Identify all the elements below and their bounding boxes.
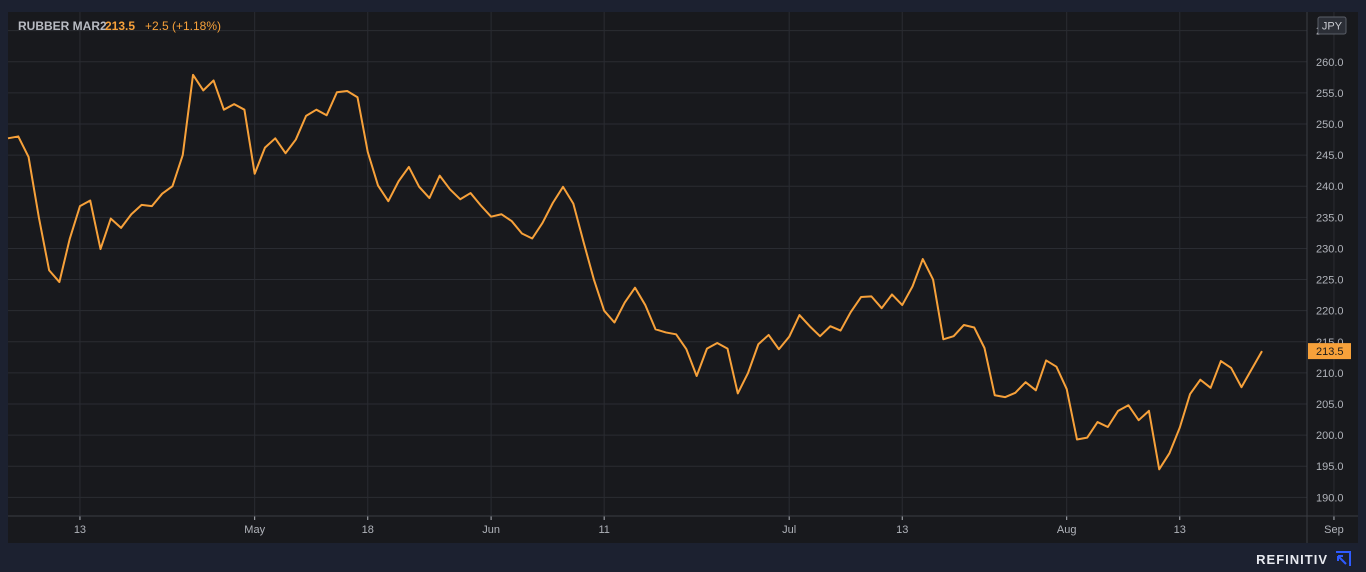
symbol-label: RUBBER MAR2 xyxy=(18,19,107,33)
refinitiv-mark-icon xyxy=(1336,551,1351,566)
currency-label: JPY xyxy=(1322,21,1343,33)
last-price-label: 213.5 xyxy=(105,19,135,33)
x-tick-label: 13 xyxy=(1174,524,1186,536)
x-tick-label: Sep xyxy=(1324,524,1344,536)
y-tick-label: 230.0 xyxy=(1316,243,1344,255)
plot-area xyxy=(8,12,1358,543)
y-tick-label: 260.0 xyxy=(1316,57,1344,69)
y-tick-label: 235.0 xyxy=(1316,212,1344,224)
x-tick-label: Jun xyxy=(482,524,500,536)
y-tick-label: 250.0 xyxy=(1316,119,1344,131)
change-label: +2.5 xyxy=(145,19,169,33)
currency-badge[interactable]: JPY xyxy=(1317,16,1347,35)
price-chart[interactable]: 265.0260.0255.0250.0245.0240.0235.0230.0… xyxy=(0,0,1366,572)
last-price-tag-label: 213.5 xyxy=(1316,346,1344,358)
x-tick-label: 11 xyxy=(598,524,609,536)
last-price-tag: 213.5 xyxy=(1308,343,1351,360)
y-tick-label: 225.0 xyxy=(1316,275,1344,287)
chart-header: RUBBER MAR2 213.5 +2.5 (+1.18%) xyxy=(18,19,221,33)
x-tick-label: 13 xyxy=(896,524,908,536)
x-tick-label: Jul xyxy=(782,524,796,536)
y-tick-label: 245.0 xyxy=(1316,150,1344,162)
y-tick-label: 190.0 xyxy=(1316,492,1344,504)
y-tick-label: 205.0 xyxy=(1316,399,1344,411)
chart-canvas[interactable]: 265.0260.0255.0250.0245.0240.0235.0230.0… xyxy=(0,0,1366,572)
x-tick-label: May xyxy=(244,524,265,536)
y-tick-label: 220.0 xyxy=(1316,306,1344,318)
y-tick-label: 200.0 xyxy=(1316,430,1344,442)
change-percent-label: (+1.18%) xyxy=(172,19,221,33)
y-tick-label: 210.0 xyxy=(1316,368,1344,380)
y-tick-label: 195.0 xyxy=(1316,461,1344,473)
brand-name: REFINITIV xyxy=(1256,551,1328,567)
x-tick-label: 18 xyxy=(362,524,374,536)
y-tick-label: 240.0 xyxy=(1316,181,1344,193)
brand-logo: REFINITIV xyxy=(1256,550,1352,568)
x-tick-label: Aug xyxy=(1057,524,1077,536)
x-tick-label: 13 xyxy=(74,524,86,536)
y-tick-label: 255.0 xyxy=(1316,88,1344,100)
